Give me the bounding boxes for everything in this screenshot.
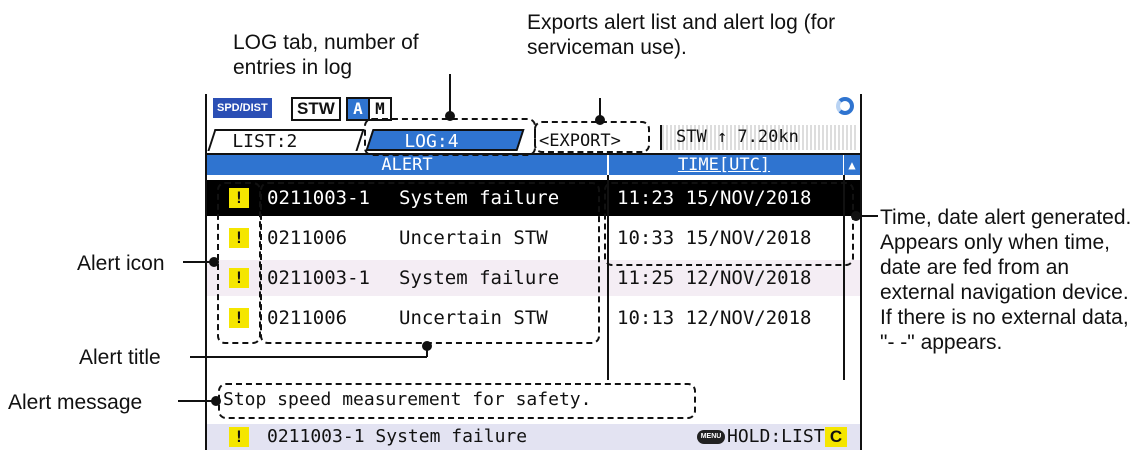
leader-lines: [178, 74, 878, 406]
